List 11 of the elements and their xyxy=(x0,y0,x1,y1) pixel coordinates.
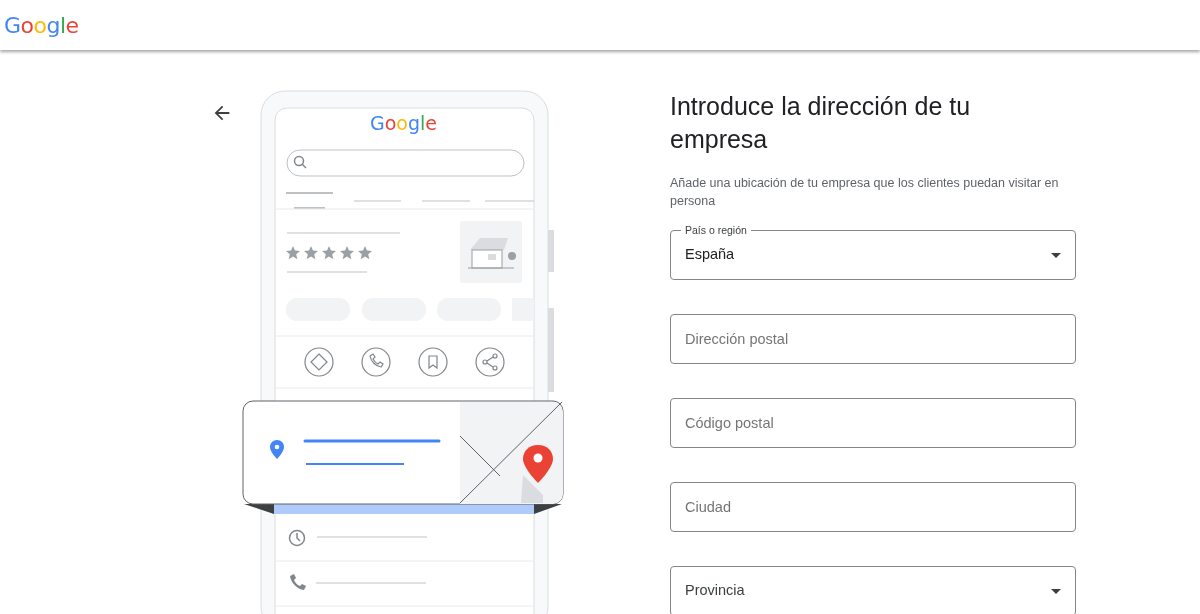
page-title: Introduce la dirección de tu empresa xyxy=(670,91,972,155)
dropdown-caret-icon xyxy=(1051,252,1061,258)
field-label: País o región xyxy=(681,223,751,237)
page-subtitle: Añade una ubicación de tu empresa que los clientes puedan visitar en persona xyxy=(670,175,1060,210)
dropdown-caret-icon xyxy=(1051,588,1061,594)
text-field[interactable]: Código postal xyxy=(670,398,1076,448)
text-field[interactable]: Ciudad xyxy=(670,482,1076,532)
dropdown-field[interactable]: Provincia xyxy=(670,566,1076,614)
google-logo: Google xyxy=(370,114,438,133)
text-field[interactable]: Dirección postal xyxy=(670,314,1076,364)
google-logo: Google xyxy=(4,11,79,40)
